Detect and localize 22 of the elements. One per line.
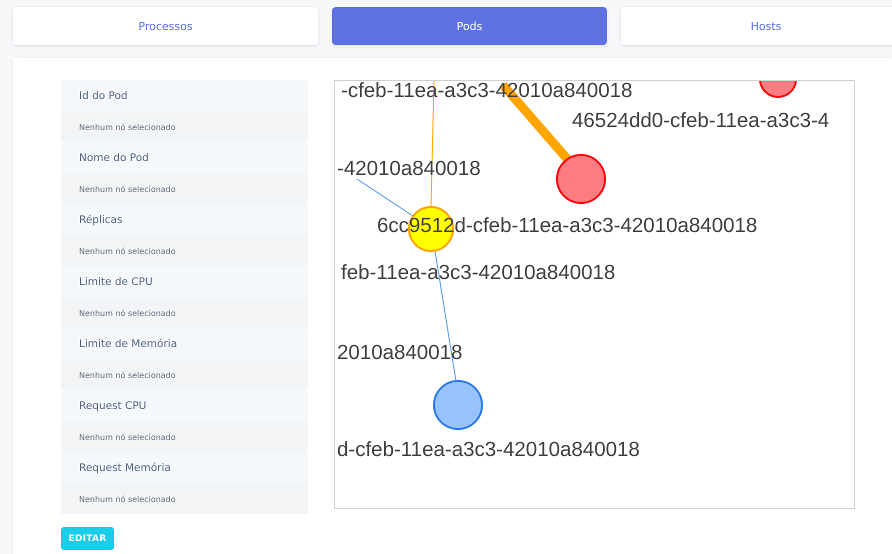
- field-label: Id do Pod: [61, 80, 308, 112]
- field-label: Request Memória: [61, 452, 308, 484]
- node-circle[interactable]: [556, 154, 606, 204]
- node-circle[interactable]: [433, 380, 483, 430]
- field-label: Limite de CPU: [61, 266, 308, 298]
- field-label: Limite de Memória: [61, 328, 308, 360]
- field-value: Nenhum nó selecionado: [61, 174, 308, 204]
- field-value: Nenhum nó selecionado: [61, 236, 308, 266]
- field-value: Nenhum nó selecionado: [61, 484, 308, 514]
- field-value: Nenhum nó selecionado: [61, 298, 308, 328]
- tab[interactable]: Processos: [13, 7, 318, 45]
- field-label: Réplicas: [61, 204, 308, 236]
- node-label: d-cfeb-11ea-a3c3-42010a840018: [337, 438, 640, 461]
- field-label: Nome do Pod: [61, 142, 308, 174]
- tab[interactable]: Pods: [332, 7, 607, 45]
- field-label: Request CPU: [61, 390, 308, 422]
- field-value: Nenhum nó selecionado: [61, 360, 308, 390]
- field-value: Nenhum nó selecionado: [61, 112, 308, 142]
- node-label: 46524dd0-cfeb-11ea-a3c3-4: [572, 109, 830, 132]
- edge-line: [356, 178, 414, 216]
- field-value: Nenhum nó selecionado: [61, 422, 308, 452]
- tab[interactable]: Hosts: [621, 7, 892, 45]
